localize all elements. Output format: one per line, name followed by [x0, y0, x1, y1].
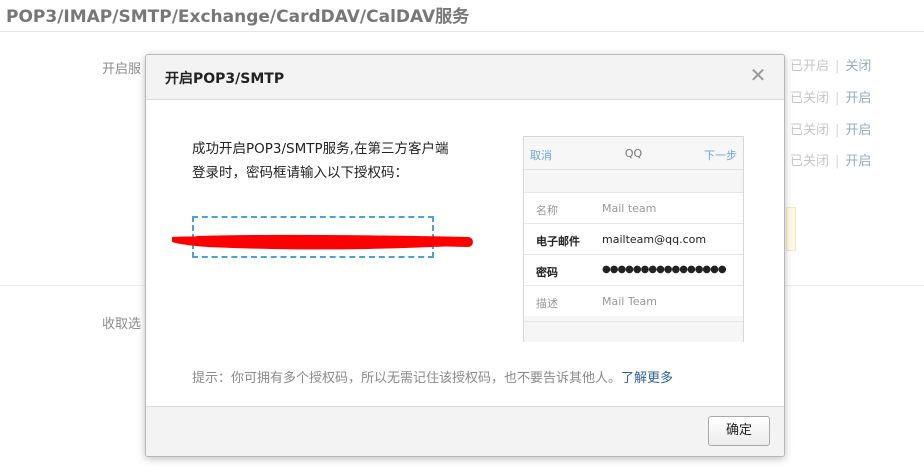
row-label: 密码 — [536, 266, 558, 279]
phone-row-name: 名称 Mail team — [524, 192, 743, 223]
phone-row-email: 电子邮件 mailteam@qq.com — [524, 223, 743, 254]
close-icon[interactable]: ✕ — [746, 63, 770, 87]
row-value: ●●●●●●●●●●●●●●●● — [602, 264, 727, 275]
confirm-button[interactable]: 确定 — [708, 416, 770, 446]
dialog-message: 成功开启POP3/SMTP服务,在第三方客户端 登录时，密码框请输入以下授权码： — [192, 137, 492, 185]
tip-message: 提示：你可拥有多个授权码，所以无需记住该授权码，也不要告诉其他人。 — [192, 371, 622, 386]
phone-next-label: 下一步 — [704, 149, 737, 162]
row-label: 名称 — [536, 204, 558, 217]
phone-header: 取消 QQ 下一步 — [524, 137, 743, 170]
enable-pop3-smtp-dialog: 开启POP3/SMTP ✕ 成功开启POP3/SMTP服务,在第三方客户端 登录… — [145, 54, 785, 457]
dialog-title: 开启POP3/SMTP — [165, 71, 285, 87]
tip-text: 提示：你可拥有多个授权码，所以无需记住该授权码，也不要告诉其他人。了解更多 — [192, 367, 673, 386]
learn-more-link[interactable]: 了解更多 — [621, 371, 673, 386]
row-label: 描述 — [536, 297, 558, 310]
phone-row-password: 密码 ●●●●●●●●●●●●●●●● — [524, 254, 743, 285]
row-value: Mail team — [602, 202, 657, 215]
row-value: mailteam@qq.com — [602, 233, 707, 246]
client-config-example: 取消 QQ 下一步 名称 Mail team 电子邮件 mailteam@qq.… — [523, 136, 744, 342]
phone-row-description: 描述 Mail Team — [524, 285, 743, 316]
row-label: 电子邮件 — [536, 235, 580, 248]
message-line: 成功开启POP3/SMTP服务,在第三方客户端 — [192, 141, 449, 157]
dialog-footer: 确定 — [146, 406, 784, 456]
dialog-header: 开启POP3/SMTP ✕ — [146, 55, 784, 100]
redaction-mark — [172, 234, 473, 250]
row-value: Mail Team — [602, 295, 657, 308]
message-line: 登录时，密码框请输入以下授权码： — [192, 165, 408, 181]
phone-footer — [524, 321, 743, 342]
